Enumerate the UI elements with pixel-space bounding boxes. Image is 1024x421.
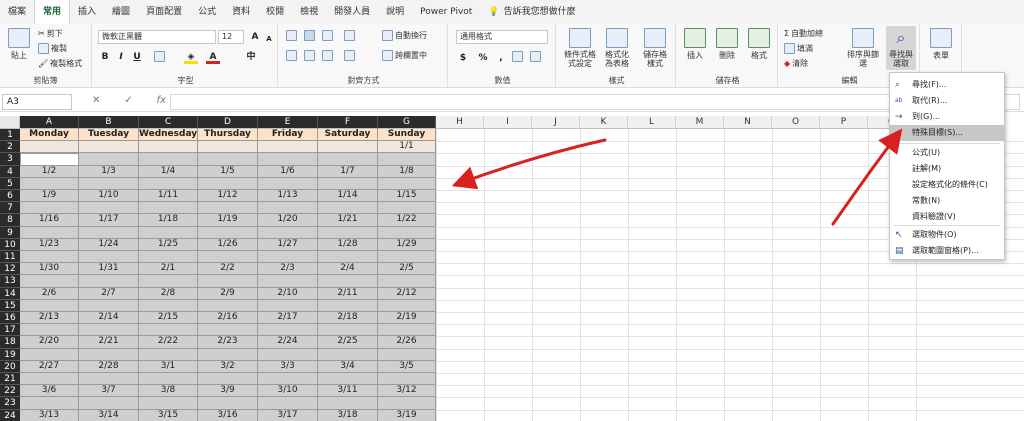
excel-window: { "tabs": ["檔案", "常用", "插入", "繪圖", "頁面配置… <box>0 0 1024 421</box>
arrow-to-range <box>451 138 607 190</box>
annotation-arrows <box>451 128 903 226</box>
arrow-to-menu-item <box>831 128 903 226</box>
